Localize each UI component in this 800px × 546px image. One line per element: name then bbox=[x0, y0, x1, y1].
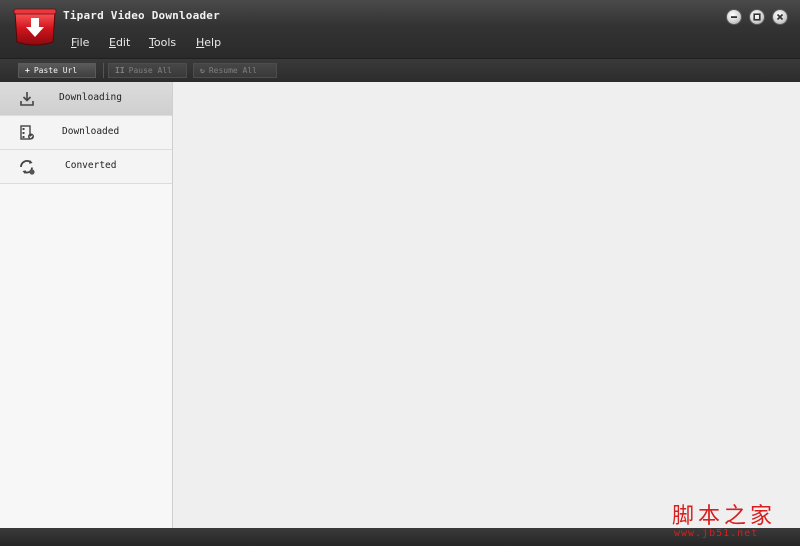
pause-icon: II bbox=[115, 66, 125, 75]
sidebar-item-label: Downloaded bbox=[62, 126, 120, 137]
maximize-button[interactable] bbox=[749, 9, 765, 25]
download-list-area[interactable] bbox=[173, 82, 800, 528]
sidebar-item-converted[interactable]: Converted bbox=[0, 150, 172, 184]
close-button[interactable] bbox=[772, 9, 788, 25]
menu-help[interactable]: Help bbox=[196, 36, 221, 49]
maximize-icon bbox=[753, 13, 761, 21]
sidebar: Downloading Downloaded Converted bbox=[0, 82, 173, 528]
film-list-icon bbox=[20, 125, 34, 140]
toolbar-separator bbox=[103, 63, 104, 78]
close-icon bbox=[776, 13, 784, 21]
app-title: Tipard Video Downloader bbox=[63, 9, 220, 22]
watermark-url: www.jb51.net bbox=[674, 528, 759, 539]
minimize-button[interactable] bbox=[726, 9, 742, 25]
refresh-icon: ↻ bbox=[200, 66, 205, 75]
paste-url-button[interactable]: + Paste Url bbox=[18, 63, 96, 78]
menu-tools[interactable]: Tools bbox=[149, 36, 176, 49]
download-tray-icon bbox=[20, 92, 34, 106]
sidebar-item-label: Converted bbox=[65, 160, 117, 171]
app-logo-download-icon bbox=[13, 8, 57, 46]
plus-icon: + bbox=[25, 66, 30, 75]
sidebar-item-downloading[interactable]: Downloading bbox=[0, 82, 172, 116]
sidebar-item-downloaded[interactable]: Downloaded bbox=[0, 116, 172, 150]
watermark: 脚本之家 www.jb51.net bbox=[672, 498, 792, 544]
minimize-icon bbox=[731, 16, 737, 18]
convert-cycle-icon bbox=[20, 160, 35, 175]
sidebar-item-label: Downloading bbox=[59, 92, 122, 103]
app-window: Tipard Video Downloader File Edit Tools … bbox=[0, 0, 800, 546]
resume-all-button[interactable]: ↻ Resume All bbox=[193, 63, 277, 78]
watermark-text: 脚本之家 bbox=[672, 504, 777, 529]
menu-file[interactable]: File bbox=[71, 36, 89, 49]
pause-all-button[interactable]: II Pause All bbox=[108, 63, 187, 78]
title-bar[interactable]: Tipard Video Downloader File Edit Tools … bbox=[0, 0, 800, 58]
toolbar: + Paste Url II Pause All ↻ Resume All bbox=[0, 58, 800, 82]
menu-edit[interactable]: Edit bbox=[109, 36, 130, 49]
